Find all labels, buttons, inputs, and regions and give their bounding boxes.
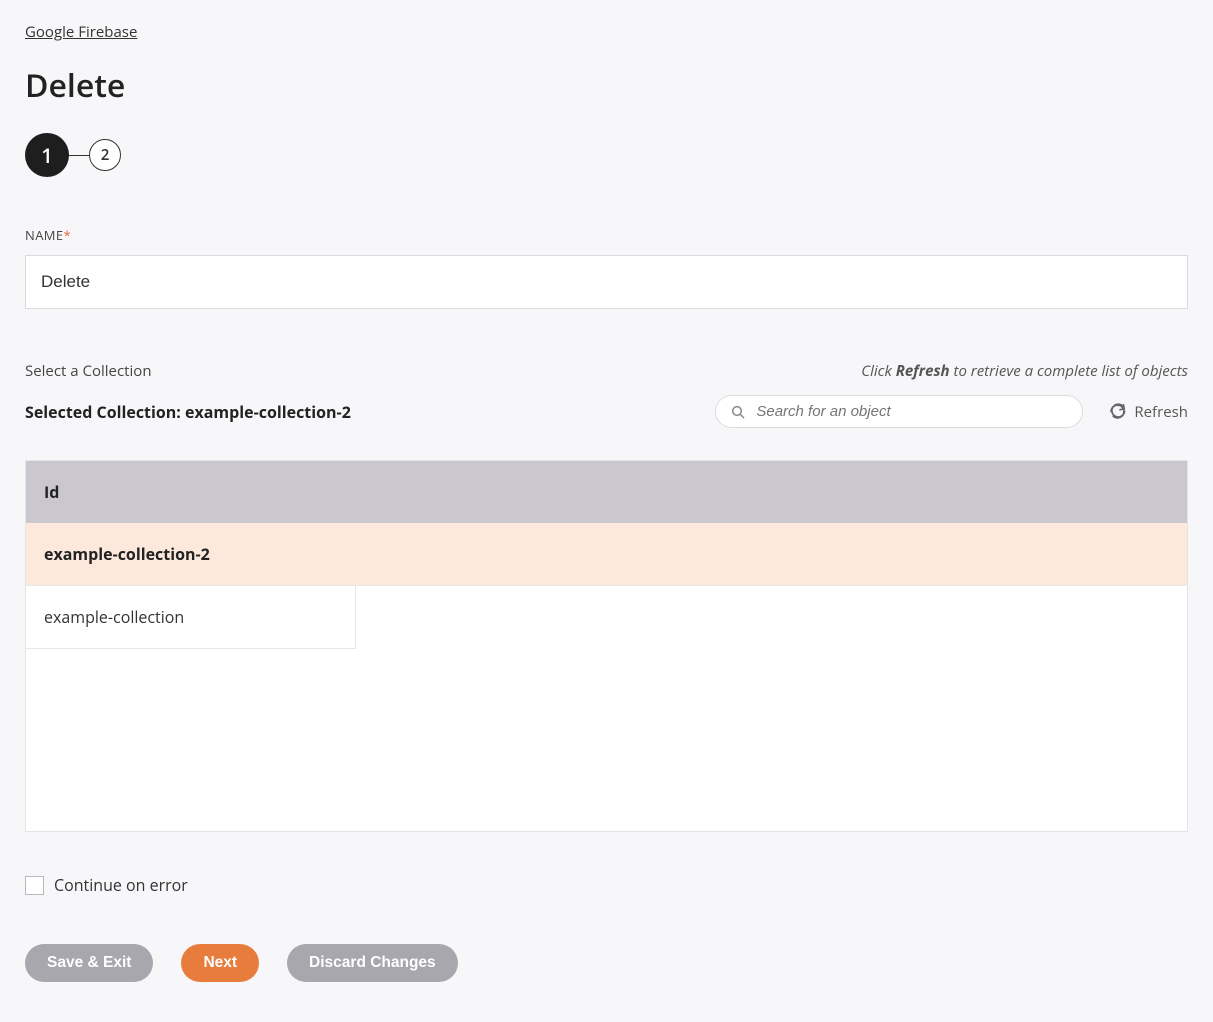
name-field-group: NAME* [25, 225, 1188, 309]
page-title: Delete [25, 64, 1188, 107]
required-marker: * [64, 226, 72, 244]
continue-on-error-label: Continue on error [54, 874, 188, 896]
save-exit-button[interactable]: Save & Exit [25, 944, 153, 982]
step-2[interactable]: 2 [89, 139, 121, 171]
select-collection-label: Select a Collection [25, 361, 152, 381]
continue-on-error-checkbox[interactable] [25, 876, 44, 895]
refresh-label: Refresh [1134, 402, 1188, 422]
step-1[interactable]: 1 [25, 133, 69, 177]
collection-table: Id example-collection-2 example-collecti… [25, 460, 1188, 832]
name-input[interactable] [25, 255, 1188, 309]
step-connector [69, 155, 89, 156]
table-row[interactable]: example-collection [26, 586, 356, 649]
breadcrumb-link[interactable]: Google Firebase [25, 22, 137, 42]
refresh-button[interactable]: Refresh [1109, 402, 1188, 422]
table-header-id: Id [26, 461, 1187, 523]
search-box[interactable] [715, 395, 1083, 428]
search-icon [730, 404, 746, 420]
selected-collection-label: Selected Collection: example-collection-… [25, 401, 351, 423]
refresh-icon [1109, 403, 1126, 420]
table-row[interactable]: example-collection-2 [26, 523, 1187, 586]
discard-changes-button[interactable]: Discard Changes [287, 944, 458, 982]
name-label: NAME [25, 226, 64, 244]
next-button[interactable]: Next [181, 944, 259, 982]
search-input[interactable] [754, 402, 1068, 421]
refresh-hint: Click Refresh to retrieve a complete lis… [861, 361, 1188, 381]
stepper: 1 2 [25, 133, 1188, 177]
